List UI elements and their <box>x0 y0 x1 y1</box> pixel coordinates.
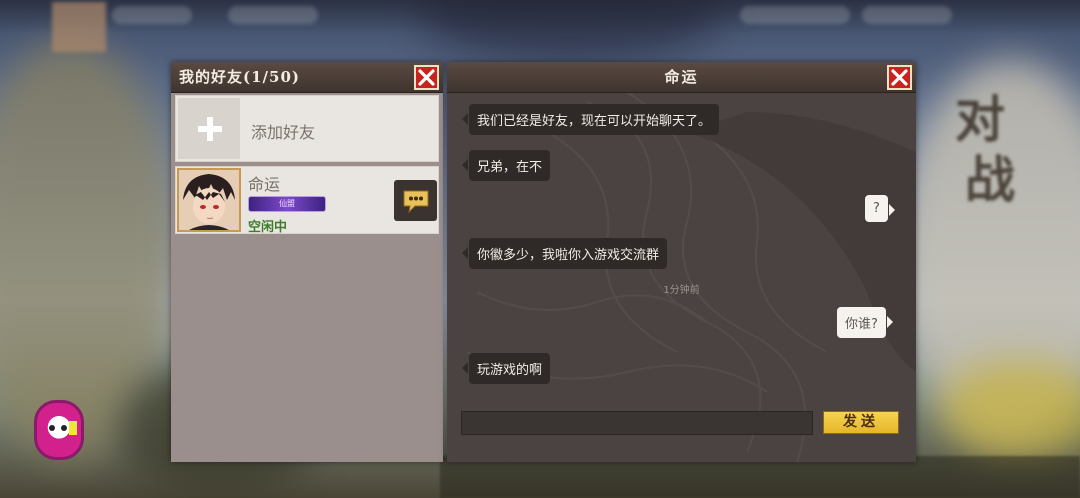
friend-status: 空闲中 <box>248 220 288 235</box>
mascot-icon[interactable] <box>34 400 84 460</box>
chat-button[interactable] <box>394 180 437 221</box>
friends-panel-header: 我的好友(1/50) <box>171 62 443 93</box>
chat-message-left: 兄弟，在不 <box>461 150 551 181</box>
chat-message-left: 我们已经是好友，现在可以开始聊天了。 <box>461 104 720 135</box>
add-friend-label: 添加好友 <box>251 123 316 142</box>
guild-badge: 仙盟 <box>248 196 326 212</box>
chat-panel: 命运 我们已经是好友，现在可以开始聊天了。 兄弟，在不 ? 你徽多少，我啦你入游… <box>447 62 916 462</box>
send-button[interactable]: 发送 <box>823 411 899 434</box>
chat-message-right: 你谁? <box>837 307 893 338</box>
chat-input[interactable] <box>461 411 813 435</box>
chat-panel-header: 命运 <box>447 62 916 93</box>
chat-title: 命运 <box>664 68 699 86</box>
friends-panel: 我的好友(1/50) 添加好友 命运 仙盟 空闲中 <box>171 62 443 462</box>
chat-message-left: 玩游戏的啊 <box>461 353 551 384</box>
friends-panel-title: 我的好友(1/50) <box>179 68 300 86</box>
friend-list-item[interactable]: 命运 仙盟 空闲中 <box>175 166 439 235</box>
close-icon <box>891 69 908 86</box>
chat-bubble-icon <box>403 190 428 213</box>
add-friend-button[interactable]: 添加好友 <box>175 95 439 162</box>
chat-message-left: 你徽多少，我啦你入游戏交流群 <box>461 238 668 269</box>
friends-close-button[interactable] <box>414 65 439 90</box>
plus-icon <box>178 98 240 159</box>
close-icon <box>418 69 435 86</box>
side-title-char: 战 <box>965 150 1015 209</box>
chat-message-right: ? <box>865 195 895 222</box>
chat-close-button[interactable] <box>887 65 912 90</box>
friend-name: 命运 <box>248 175 281 194</box>
message-timestamp: 1分钟前 <box>663 285 700 296</box>
bottom-menu-bar <box>440 456 1080 498</box>
player-avatar <box>52 2 106 52</box>
friend-avatar <box>177 168 241 232</box>
chat-background-pattern <box>466 92 916 462</box>
